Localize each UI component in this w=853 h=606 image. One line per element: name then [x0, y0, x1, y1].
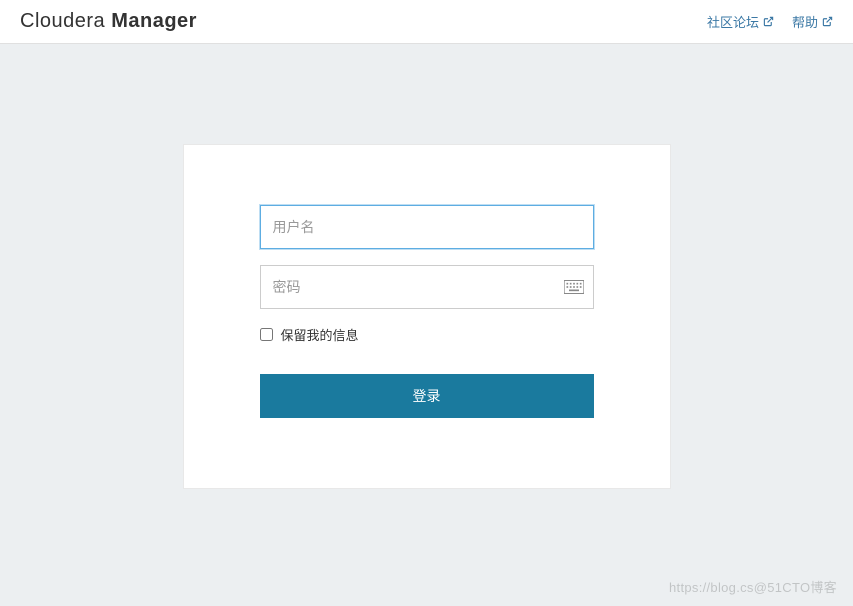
- username-input[interactable]: [260, 205, 594, 249]
- help-link-label: 帮助: [792, 12, 818, 31]
- brand-logo: Cloudera Manager: [20, 10, 197, 33]
- brand-name-bold: Manager: [111, 10, 197, 32]
- watermark-text: https://blog.cs@51CTO博客: [669, 577, 837, 596]
- nav-links: 社区论坛 帮助: [707, 12, 833, 31]
- community-link[interactable]: 社区论坛: [707, 12, 774, 31]
- remember-checkbox[interactable]: [260, 328, 273, 341]
- login-card: 保留我的信息 登录: [183, 144, 671, 489]
- external-link-icon: [822, 16, 833, 27]
- password-group: [260, 265, 594, 309]
- login-button[interactable]: 登录: [260, 374, 594, 418]
- header-bar: Cloudera Manager 社区论坛 帮助: [0, 0, 853, 44]
- remember-label: 保留我的信息: [281, 325, 359, 344]
- keyboard-icon: [564, 280, 584, 294]
- community-link-label: 社区论坛: [707, 12, 759, 31]
- external-link-icon: [763, 16, 774, 27]
- help-link[interactable]: 帮助: [792, 12, 833, 31]
- remember-row: 保留我的信息: [260, 325, 594, 344]
- brand-name-light: Cloudera: [20, 10, 111, 32]
- username-group: [260, 205, 594, 249]
- password-input[interactable]: [260, 265, 594, 309]
